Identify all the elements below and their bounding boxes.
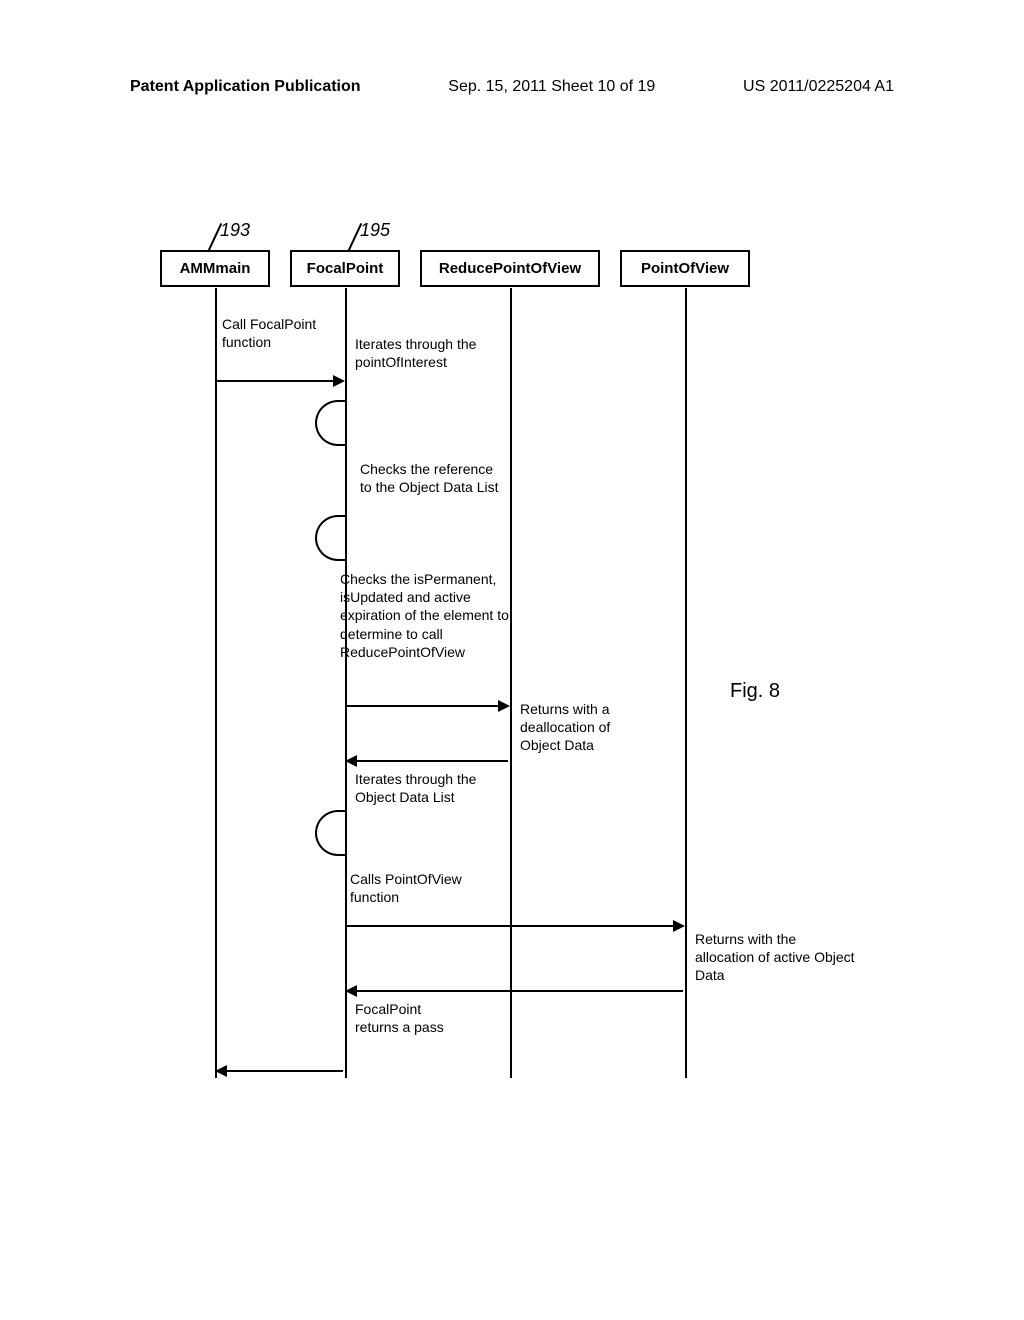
msg-focal-returns: FocalPoint returns a pass <box>355 1000 455 1036</box>
arrow-alloc-return <box>347 990 683 992</box>
arrow-pov <box>347 925 683 927</box>
header-left: Patent Application Publication <box>130 78 361 96</box>
loop-1 <box>315 400 347 446</box>
page-header: Patent Application Publication Sep. 15, … <box>0 78 1024 96</box>
ref-195: 195 <box>360 220 390 241</box>
lifeline-focalpoint: FocalPoint <box>290 250 400 287</box>
ref-193: 193 <box>220 220 250 241</box>
loop-3 <box>315 810 347 856</box>
arrow-dealloc-return <box>347 760 508 762</box>
lifeline-pov: PointOfView <box>620 250 750 287</box>
msg-returns-alloc: Returns with the allocation of active Ob… <box>695 930 855 985</box>
msg-checks-ref: Checks the reference to the Object Data … <box>360 460 500 496</box>
msg-checks-perm: Checks the isPermanent, isUpdated and ac… <box>340 570 515 661</box>
line-ammmain <box>215 288 217 1078</box>
sequence-diagram: 193 195 AMMmain FocalPoint ReducePointOf… <box>160 250 880 1100</box>
msg-calls-pov: Calls PointOfView function <box>350 870 490 906</box>
msg-iterates-poi: Iterates through the pointOfInterest <box>355 335 485 371</box>
line-reducepov <box>510 288 512 1078</box>
figure-label: Fig. 8 <box>730 680 780 703</box>
header-right: US 2011/0225204 A1 <box>743 78 894 96</box>
arrow-reduce <box>347 705 508 707</box>
msg-call-focal: Call FocalPoint function <box>222 315 322 351</box>
loop-2 <box>315 515 347 561</box>
arrow-focal-return <box>217 1070 343 1072</box>
msg-returns-dealloc: Returns with a deallocation of Object Da… <box>520 700 650 755</box>
line-pov <box>685 288 687 1078</box>
arrow-call-focal <box>217 380 343 382</box>
lifeline-ammmain: AMMmain <box>160 250 270 287</box>
msg-iterates-odl: Iterates through the Object Data List <box>355 770 515 806</box>
lifeline-reducepov: ReducePointOfView <box>420 250 600 287</box>
header-center: Sep. 15, 2011 Sheet 10 of 19 <box>448 78 655 96</box>
